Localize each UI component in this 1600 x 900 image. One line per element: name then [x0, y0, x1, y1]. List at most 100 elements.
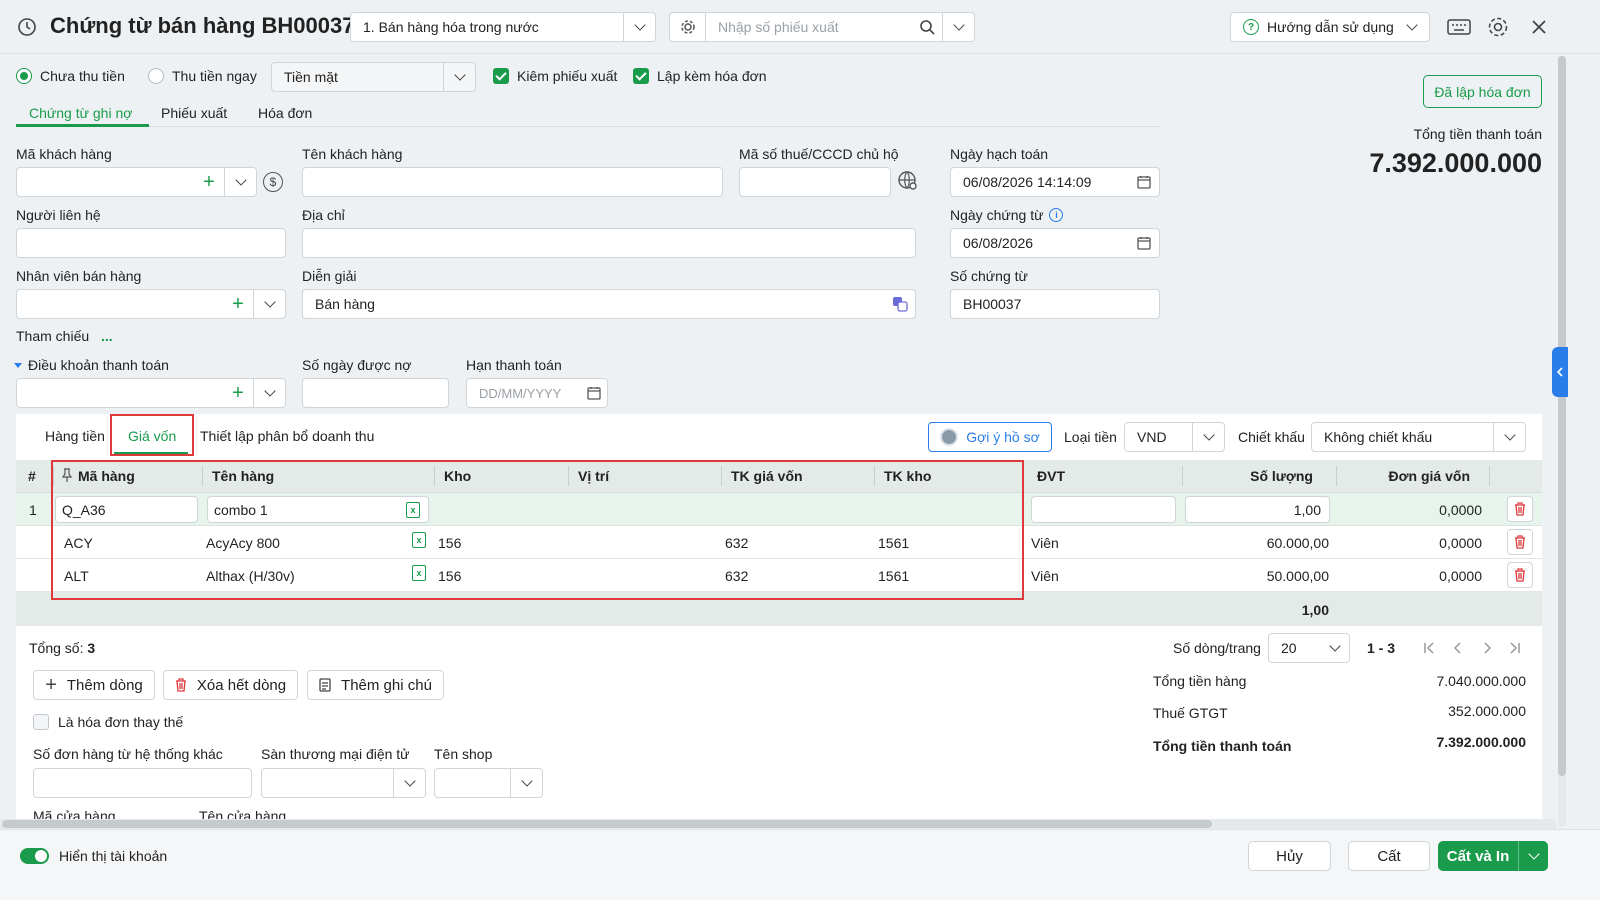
tax-code-field[interactable] [739, 167, 891, 197]
delete-row-button[interactable] [1507, 562, 1533, 588]
sum-total-label: Tổng tiền thanh toán [1153, 738, 1292, 754]
help-icon: ? [1243, 19, 1259, 35]
credit-days-field[interactable] [302, 378, 449, 408]
radio-paid-indicator[interactable] [148, 68, 164, 84]
side-panel-toggle[interactable] [1552, 347, 1568, 397]
save-print-button[interactable]: Cất và In [1438, 841, 1548, 871]
rows-per-page-select[interactable]: 20 [1268, 633, 1350, 663]
tab-export[interactable]: Phiếu xuất [161, 105, 227, 121]
add-row-button[interactable]: + Thêm dòng [33, 670, 155, 700]
history-icon[interactable] [16, 16, 38, 38]
search-icon[interactable] [912, 19, 942, 35]
tab-debt-voucher[interactable]: Chứng từ ghi nợ [29, 105, 132, 121]
translate-icon[interactable] [885, 296, 915, 312]
radio-paid[interactable]: Thu tiền ngay [148, 68, 257, 84]
show-account-toggle[interactable]: Hiển thị tài khoản [20, 848, 167, 864]
chevron-down-icon[interactable] [253, 290, 285, 318]
add-terms-icon[interactable]: + [223, 383, 253, 403]
replace-invoice-checkbox[interactable]: Là hóa đơn thay thế [33, 714, 183, 730]
calendar-icon[interactable] [581, 386, 607, 400]
payment-terms-label[interactable]: Điều khoản thanh toán [14, 357, 169, 373]
tab-revenue-allocation[interactable]: Thiết lập phân bổ doanh thu [200, 428, 374, 444]
page-range: 1 - 3 [1367, 640, 1396, 656]
delete-row-button[interactable] [1507, 529, 1533, 555]
help-button[interactable]: ? Hướng dẫn sử dụng [1230, 12, 1430, 42]
doc-no-field[interactable]: BH00037 [950, 289, 1160, 319]
chevron-down-icon[interactable] [1518, 841, 1548, 871]
prev-page-icon[interactable] [1450, 640, 1466, 656]
ecommerce-label: Sàn thương mại điện tử [261, 746, 410, 762]
vertical-scroll-thumb[interactable] [1558, 56, 1566, 776]
customer-code-field[interactable]: + [16, 167, 257, 197]
staff-label: Nhân viên bán hàng [16, 268, 142, 284]
trash-icon [1515, 502, 1525, 516]
settings-icon[interactable] [1487, 16, 1509, 38]
close-icon[interactable] [1530, 18, 1548, 36]
globe-search-icon[interactable] [897, 170, 919, 192]
col-no: # [28, 468, 36, 484]
chevron-left-icon [1556, 367, 1563, 377]
due-date-field[interactable]: DD/MM/YYYY [466, 378, 608, 408]
calendar-icon[interactable] [1129, 175, 1159, 189]
radio-unpaid-indicator[interactable] [16, 68, 32, 84]
page-title: Chứng từ bán hàng BH00037 [50, 13, 355, 38]
delete-row-button[interactable] [1507, 496, 1533, 522]
export-search-input[interactable]: Nhập số phiếu xuất [706, 19, 912, 35]
post-date-field[interactable]: 06/08/2026 14:14:09 [950, 167, 1160, 197]
currency-select[interactable]: VND [1124, 422, 1225, 452]
other-order-field[interactable] [33, 768, 252, 798]
invoice-checkbox[interactable]: Lập kèm hóa đơn [633, 68, 767, 84]
add-staff-icon[interactable]: + [223, 294, 253, 314]
address-field[interactable] [302, 228, 916, 258]
info-icon[interactable]: i [1049, 208, 1064, 222]
add-note-button[interactable]: Thêm ghi chú [307, 670, 444, 700]
trash-icon [1515, 568, 1525, 582]
chevron-down-icon[interactable] [224, 168, 256, 196]
horizontal-scroll-thumb[interactable] [2, 820, 1212, 828]
doc-date-field[interactable]: 06/08/2026 [950, 228, 1160, 258]
tab-bar [16, 126, 1160, 127]
chevron-down-icon[interactable] [253, 379, 285, 407]
suggest-profile-button[interactable]: Gợi ý hồ sơ [928, 422, 1052, 452]
quantity-input[interactable]: 1,00 [1185, 496, 1330, 523]
reference-more-link[interactable]: ... [101, 328, 113, 344]
tab-invoice[interactable]: Hóa đơn [258, 105, 312, 121]
toggle-switch[interactable] [20, 848, 49, 864]
checkbox-unchecked[interactable] [33, 714, 49, 730]
customer-code-label: Mã khách hàng [16, 146, 112, 162]
gear-icon[interactable] [670, 13, 706, 41]
ecommerce-select[interactable] [261, 768, 426, 798]
invoice-created-button[interactable]: Đã lập hóa đơn [1423, 75, 1542, 108]
shop-select[interactable] [434, 768, 543, 798]
tab-goods-money[interactable]: Hàng tiền [45, 428, 105, 444]
export-search[interactable]: Nhập số phiếu xuất [669, 12, 975, 42]
unit-input[interactable] [1031, 496, 1176, 523]
note-icon [319, 678, 331, 692]
save-button[interactable]: Cất [1348, 841, 1430, 871]
delete-all-rows-button[interactable]: Xóa hết dòng [163, 670, 298, 700]
first-page-icon[interactable] [1421, 640, 1437, 656]
last-page-icon[interactable] [1507, 640, 1523, 656]
customer-name-field[interactable] [302, 167, 723, 197]
payment-method-select[interactable]: Tiền mặt [271, 62, 476, 92]
add-customer-icon[interactable]: + [194, 172, 224, 192]
checkbox-checked[interactable] [633, 68, 649, 84]
staff-field[interactable]: + [16, 289, 286, 319]
reference-label: Tham chiếu [16, 328, 90, 344]
cancel-button[interactable]: Hủy [1248, 841, 1331, 871]
description-field[interactable]: Bán hàng [302, 289, 916, 319]
checkbox-checked[interactable] [493, 68, 509, 84]
doc-no-label: Số chứng từ [950, 268, 1028, 284]
discount-select[interactable]: Không chiết khấu [1311, 422, 1526, 452]
calendar-icon[interactable] [1129, 236, 1159, 250]
payment-terms-field[interactable]: + [16, 378, 286, 408]
chevron-down-icon[interactable] [942, 13, 974, 41]
other-order-label: Số đơn hàng từ hệ thống khác [33, 746, 223, 762]
keyboard-icon[interactable] [1447, 17, 1471, 37]
currency-circle-icon[interactable]: $ [263, 172, 283, 192]
next-page-icon[interactable] [1479, 640, 1495, 656]
export-checkbox[interactable]: Kiêm phiếu xuất [493, 68, 617, 84]
radio-unpaid[interactable]: Chưa thu tiền [16, 68, 125, 84]
voucher-type-select[interactable]: 1. Bán hàng hóa trong nước [350, 12, 656, 42]
contact-field[interactable] [16, 228, 286, 258]
